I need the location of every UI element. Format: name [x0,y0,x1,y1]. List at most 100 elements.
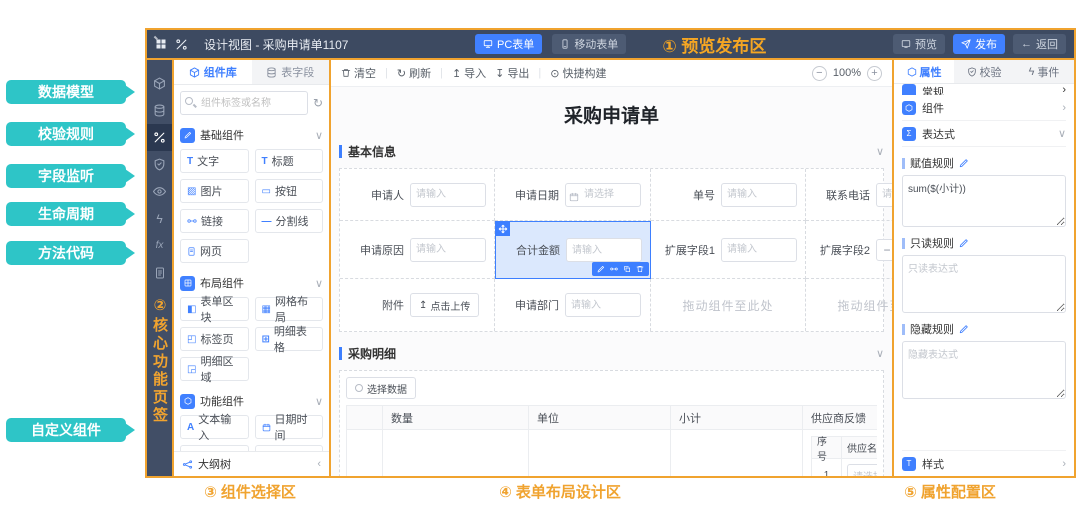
sub-column-header: 供应名称 [842,437,877,458]
drag-move-icon[interactable] [495,221,510,236]
copy-icon[interactable] [623,265,631,273]
component-item-form-block[interactable]: ◧表单区块 [180,297,249,321]
export-button[interactable]: ↧ 导出 [495,65,529,81]
app-grid-icon[interactable] [155,38,167,50]
component-cube-icon[interactable] [147,70,172,97]
sub-column-header: 序号 [812,437,842,458]
component-item-grid-layout[interactable]: ▦网格布局 [255,297,324,321]
detail-area-icon: ◲ [187,364,196,375]
callout-label: 方法代码 [38,243,94,263]
collapse-chevron-icon[interactable]: ∨ [876,145,884,158]
upload-button[interactable]: ↥ 点击上传 [410,293,479,317]
mobile-form-button[interactable]: 移动表单 [552,34,626,54]
component-item-tab-page[interactable]: ◰标签页 [180,327,249,351]
row-general-clipped[interactable]: 常规 › [902,84,1066,95]
method-code-fx-icon[interactable]: fx [147,232,172,259]
component-item-link[interactable]: 链接 [180,209,249,233]
component-item-datetime[interactable]: 日期时间 [255,415,324,439]
select-data-button[interactable]: 选择数据 [346,377,416,399]
field-apply-date[interactable]: 申请日期 [495,169,651,221]
quick-build-button[interactable]: ⊙ 快捷构建 [550,65,606,81]
field-applicant[interactable]: 申请人 [340,169,495,221]
field-order-no[interactable]: 单号 [651,169,806,221]
lifecycle-bolt-icon[interactable]: ϟ [147,205,172,232]
field-ext-1[interactable]: 扩展字段1 [651,221,806,279]
section-function-components[interactable]: 功能组件 ∨ [180,389,323,413]
apply-reason-input[interactable] [410,238,486,262]
outline-tree-bar[interactable]: 大纲树 ‹ [174,451,329,476]
row-expression[interactable]: Σ 表达式 ∨ [902,121,1066,147]
field-attachment[interactable]: 附件 ↥ 点击上传 [340,279,495,331]
assign-rule-textarea[interactable]: sum($(小计)) [902,175,1066,227]
component-item-text-input[interactable]: A文本输入 [180,415,249,439]
apply-dept-input[interactable] [565,293,641,317]
edit-icon[interactable] [597,265,605,273]
field-total-amount-selected[interactable]: 合计金额 [495,221,651,279]
tab-events[interactable]: ϟ 事件 [1014,60,1074,83]
back-button[interactable]: ← 返回 [1013,34,1066,54]
applicant-input[interactable] [410,183,486,207]
tab-properties[interactable]: 属性 [894,60,954,83]
supplier-select[interactable]: 请选择 ∨ [847,464,877,476]
design-view-icon[interactable] [147,124,172,151]
hidden-rule-textarea[interactable] [902,341,1066,399]
component-item-title[interactable]: T标题 [255,149,324,173]
tab-table-fields[interactable]: 表字段 [252,60,330,84]
ext-field1-input[interactable] [721,238,797,262]
collapse-chevron-icon[interactable]: ∨ [876,347,884,360]
clear-button[interactable]: 清空 [341,65,376,81]
contact-phone-input[interactable] [876,183,892,207]
clear-label: 清空 [354,65,376,81]
section-title: 布局组件 [200,275,244,291]
total-amount-input[interactable] [566,238,642,262]
component-item-detail-area[interactable]: ◲明细区域 [180,357,249,381]
component-search-input[interactable] [180,91,308,115]
tab-validation[interactable]: 校验 [954,60,1014,83]
row-style[interactable]: T 样式 › [902,450,1066,476]
row-label: 组件 [922,100,944,116]
field-apply-reason[interactable]: 申请原因 [340,221,495,279]
zoom-in-button[interactable]: + [867,66,882,81]
validation-shield-icon[interactable] [147,151,172,178]
row-component[interactable]: 组件 › [902,95,1066,121]
rule-icon[interactable] [610,265,618,273]
field-watch-eye-icon[interactable] [147,178,172,205]
field-label: 联系电话 [814,187,870,203]
component-item-detail-table[interactable]: ⊞明细表格 [255,327,324,351]
component-item-webpage[interactable]: 网页 [180,239,249,263]
sync-icon[interactable]: ↻ [313,96,323,110]
drop-target-cell[interactable]: 拖动组件至此处 [651,279,806,331]
preview-button[interactable]: 预览 [893,34,945,54]
field-contact-phone[interactable]: 联系电话 [806,169,892,221]
stepper-minus-button[interactable]: − [876,239,892,261]
section-layout-components[interactable]: 布局组件 ∨ [180,271,323,295]
component-item-divider[interactable]: —分割线 [255,209,324,233]
field-ext-2[interactable]: 扩展字段2 − + [806,221,892,279]
callout-label: 数据模型 [38,82,94,102]
edit-rule-icon[interactable] [959,158,969,168]
field-apply-dept[interactable]: 申请部门 [495,279,651,331]
publish-button[interactable]: 发布 [953,34,1005,54]
select-placeholder: 请选择 [853,468,877,477]
code-doc-icon[interactable] [147,259,172,286]
edit-rule-icon[interactable] [959,324,969,334]
component-item-text[interactable]: T文字 [180,149,249,173]
edit-rule-icon[interactable] [959,238,969,248]
preview-label: 预览 [915,36,937,52]
refresh-button[interactable]: ↻ 刷新 [397,65,431,81]
section-basic-components[interactable]: 基础组件 ∨ [180,123,323,147]
import-button[interactable]: ↥ 导入 [452,65,486,81]
zoom-out-button[interactable]: − [812,66,827,81]
tab-component-library[interactable]: 组件库 [174,60,252,84]
readonly-rule-textarea[interactable] [902,255,1066,313]
rule-label: 隐藏规则 [910,321,954,337]
component-item-image[interactable]: ▨图片 [180,179,249,203]
component-item-button[interactable]: ▭按钮 [255,179,324,203]
pc-form-button[interactable]: PC表单 [475,34,542,54]
delete-icon[interactable] [636,265,644,273]
expression-icon: Σ [902,127,916,141]
order-no-input[interactable] [721,183,797,207]
select-data-label: 选择数据 [367,381,407,396]
drop-target-cell[interactable]: 拖动组件至此处 [806,279,892,331]
data-model-database-icon[interactable] [147,97,172,124]
